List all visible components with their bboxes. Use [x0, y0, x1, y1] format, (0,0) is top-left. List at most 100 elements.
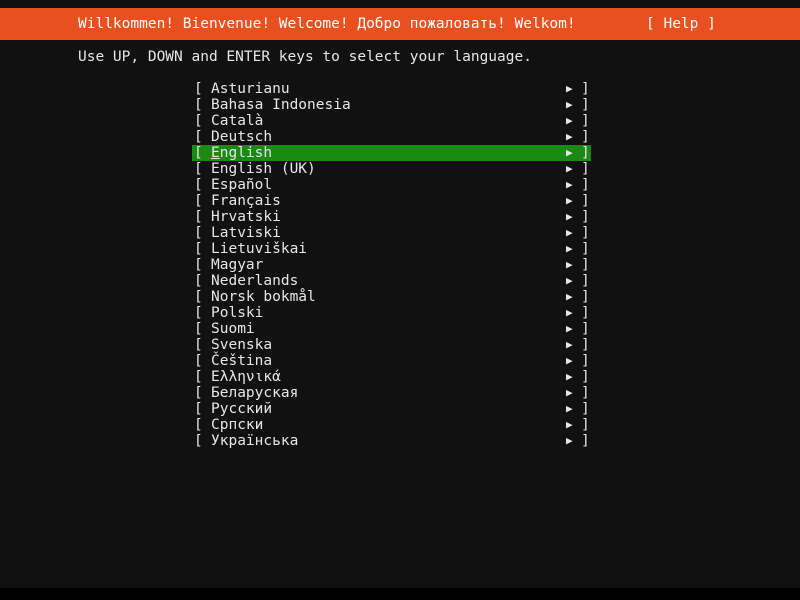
chevron-right-icon: ▶ — [566, 162, 573, 175]
language-label: Latviski — [211, 225, 281, 241]
language-label: Français — [211, 193, 281, 209]
language-list-item[interactable]: [Беларуская ▶] — [0, 385, 800, 401]
page-title: Willkommen! Bienvenue! Welcome! Добро по… — [78, 16, 576, 32]
chevron-right-icon: ▶ — [566, 354, 573, 367]
bracket-open: [ — [194, 225, 203, 241]
language-list-item[interactable]: [Ελληνικά ▶] — [0, 369, 800, 385]
bracket-open: [ — [194, 81, 203, 97]
bracket-open: [ — [194, 321, 203, 337]
language-label: Čeština — [211, 353, 273, 369]
language-label: Bahasa Indonesia — [211, 97, 351, 113]
language-label: Svenska — [211, 337, 273, 353]
chevron-right-icon: ▶ — [566, 146, 573, 159]
bracket-close: ] — [581, 97, 590, 113]
top-margin-strip — [0, 0, 800, 8]
bracket-open: [ — [194, 305, 203, 321]
bracket-close: ] — [581, 353, 590, 369]
chevron-right-icon: ▶ — [566, 338, 573, 351]
language-list-item[interactable]: [ Svenska ▶] — [0, 337, 800, 353]
language-list-item[interactable]: [ Latviski ▶] — [0, 225, 800, 241]
bracket-open: [ — [194, 177, 203, 193]
bracket-close: ] — [581, 177, 590, 193]
bracket-close: ] — [581, 145, 590, 161]
chevron-right-icon: ▶ — [566, 258, 573, 271]
bracket-close: ] — [581, 305, 590, 321]
bracket-close: ] — [581, 337, 590, 353]
installer-screen: Willkommen! Bienvenue! Welcome! Добро по… — [0, 0, 800, 600]
language-list-item[interactable]: [Hrvatski ▶] — [0, 209, 800, 225]
language-label: Norsk bokmål — [211, 289, 316, 305]
chevron-right-icon: ▶ — [566, 178, 573, 191]
chevron-right-icon: ▶ — [566, 418, 573, 431]
language-list-item[interactable]: [Català ▶] — [0, 113, 800, 129]
bracket-close: ] — [581, 433, 590, 449]
bracket-close: ] — [581, 417, 590, 433]
bracket-close: ] — [581, 81, 590, 97]
bracket-open: [ — [194, 209, 203, 225]
language-label: Deutsch — [211, 129, 273, 145]
language-label: Hrvatski — [211, 209, 281, 225]
chevron-right-icon: ▶ — [566, 386, 573, 399]
chevron-right-icon: ▶ — [566, 210, 573, 223]
language-list-item[interactable]: [ English ▶] — [0, 145, 800, 161]
language-label: Беларуская — [211, 385, 299, 401]
chevron-right-icon: ▶ — [566, 370, 573, 383]
language-list-item[interactable]: [Русский ▶] — [0, 401, 800, 417]
language-list[interactable]: [Asturianu ▶] [Bahasa Indonesia ▶] [Català ▶]… — [0, 81, 800, 449]
bracket-open: [ — [194, 353, 203, 369]
language-label: Magyar — [211, 257, 264, 273]
language-label: Lietuviškai — [211, 241, 308, 257]
bracket-close: ] — [581, 225, 590, 241]
bracket-open: [ — [194, 337, 203, 353]
language-list-item[interactable]: [ Magyar ▶] — [0, 257, 800, 273]
language-list-item[interactable]: [ Čeština ▶] — [0, 353, 800, 369]
bracket-open: [ — [194, 417, 203, 433]
bracket-open: [ — [194, 241, 203, 257]
language-list-item[interactable]: [Lietuviškai ▶] — [0, 241, 800, 257]
chevron-right-icon: ▶ — [566, 274, 573, 287]
language-list-item[interactable]: [ Српски ▶] — [0, 417, 800, 433]
language-list-item[interactable]: [ Bahasa Indonesia ▶] — [0, 97, 800, 113]
bracket-close: ] — [581, 385, 590, 401]
language-label: Català — [211, 113, 264, 129]
bracket-close: ] — [581, 241, 590, 257]
instruction-text: Use UP, DOWN and ENTER keys to select yo… — [78, 49, 532, 65]
language-label: English (UK) — [211, 161, 316, 177]
language-list-item[interactable]: [Polski ▶] — [0, 305, 800, 321]
chevron-right-icon: ▶ — [566, 402, 573, 415]
language-list-item[interactable]: [ Suomi ▶] — [0, 321, 800, 337]
chevron-right-icon: ▶ — [566, 226, 573, 239]
chevron-right-icon: ▶ — [566, 82, 573, 95]
bracket-open: [ — [194, 257, 203, 273]
chevron-right-icon: ▶ — [566, 306, 573, 319]
bracket-open: [ — [194, 433, 203, 449]
bracket-close: ] — [581, 257, 590, 273]
chevron-right-icon: ▶ — [566, 290, 573, 303]
bracket-close: ] — [581, 321, 590, 337]
chevron-right-icon: ▶ — [566, 98, 573, 111]
bracket-open: [ — [194, 129, 203, 145]
language-list-item[interactable]: [Deutsch ▶] — [0, 129, 800, 145]
accelerator-letter: E — [211, 145, 220, 161]
chevron-right-icon: ▶ — [566, 114, 573, 127]
language-list-item[interactable]: [Norsk bokmål ▶] — [0, 289, 800, 305]
bracket-close: ] — [581, 161, 590, 177]
bracket-open: [ — [194, 161, 203, 177]
chevron-right-icon: ▶ — [566, 322, 573, 335]
bottom-margin-strip — [0, 588, 800, 600]
language-label: English — [211, 145, 273, 161]
bracket-open: [ — [194, 145, 203, 161]
console-area: Willkommen! Bienvenue! Welcome! Добро по… — [0, 0, 800, 588]
help-button[interactable]: [ Help ] — [646, 8, 716, 40]
language-list-item[interactable]: [Українська ▶] — [0, 433, 800, 449]
language-label: Ελληνικά — [211, 369, 281, 385]
language-label: Suomi — [211, 321, 255, 337]
language-list-item[interactable]: [Asturianu ▶] — [0, 81, 800, 97]
language-list-item[interactable]: [ Español ▶] — [0, 177, 800, 193]
language-list-item[interactable]: [Nederlands ▶] — [0, 273, 800, 289]
bracket-open: [ — [194, 97, 203, 113]
language-label: Српски — [211, 417, 264, 433]
language-label: Español — [211, 177, 273, 193]
language-list-item[interactable]: [Français ▶] — [0, 193, 800, 209]
language-list-item[interactable]: [ English (UK) ▶] — [0, 161, 800, 177]
